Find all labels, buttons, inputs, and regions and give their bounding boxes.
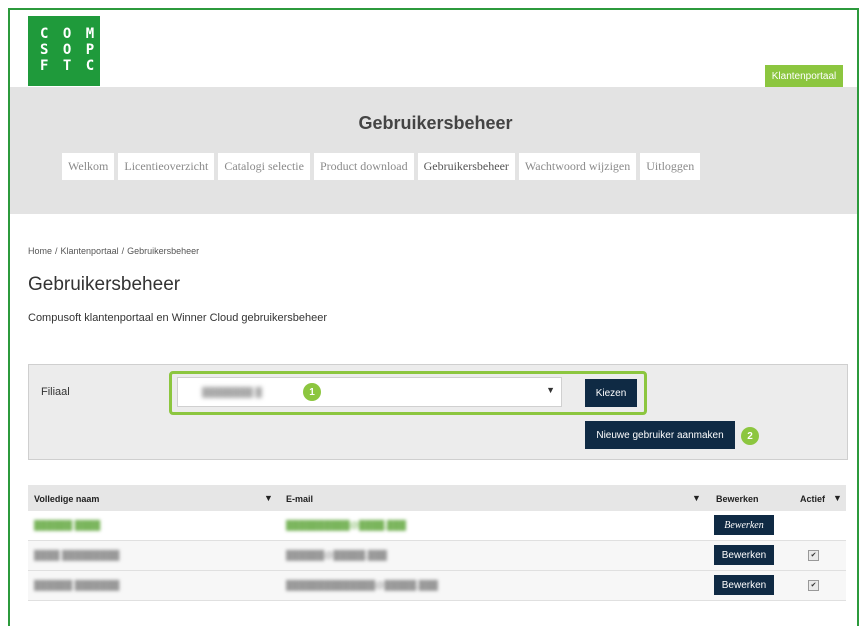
row-name: ██████ ███████	[34, 580, 120, 590]
table-header: Volledige naam ▼ E-mail ▼ Bewerken Actie…	[28, 485, 846, 511]
nav-product-download[interactable]: Product download	[313, 153, 414, 180]
step-badge-1: 1	[303, 383, 321, 401]
page-banner: Gebruikersbeheer Welkom Licentieoverzich…	[10, 87, 857, 214]
filiaal-select[interactable]: ████████ █ ▼	[177, 377, 562, 407]
table-row: ████ █████████ ██████@█████.███ Bewerken…	[28, 541, 846, 571]
row-email: ██████████@████.███	[286, 520, 407, 530]
breadcrumb: Home / Klantenportaal / Gebruikersbeheer	[28, 246, 199, 256]
edit-button[interactable]: Bewerken	[714, 515, 774, 535]
filter-panel: Filiaal ████████ █ ▼ 1 Kiezen Nieuwe geb…	[28, 364, 848, 460]
row-email: ██████@█████.███	[286, 550, 387, 560]
main-nav: Welkom Licentieoverzicht Catalogi select…	[62, 153, 701, 180]
banner-title: Gebruikersbeheer	[358, 113, 513, 133]
logo-row-3: F T C	[40, 58, 98, 74]
active-checkbox[interactable]: ✔	[808, 580, 819, 591]
col-email[interactable]: E-mail	[286, 494, 313, 504]
table-row: ██████ ███████ ██████████████@█████.███ …	[28, 571, 846, 601]
breadcrumb-separator: /	[121, 246, 125, 256]
nav-gebruikersbeheer[interactable]: Gebruikersbeheer	[417, 153, 515, 180]
nav-welkom[interactable]: Welkom	[62, 153, 115, 180]
page-subtitle: Compusoft klantenportaal en Winner Cloud…	[28, 312, 328, 324]
table-row: ██████ ████ ██████████@████.███ Bewerken	[28, 511, 846, 541]
row-name: ██████ ████	[34, 520, 101, 530]
klantenportaal-button[interactable]: Klantenportaal	[765, 65, 843, 87]
compusoft-logo[interactable]: C O M S O P F T C	[28, 16, 100, 86]
col-bewerken: Bewerken	[716, 494, 759, 504]
window-frame: C O M S O P F T C Klantenportaal Gebruik…	[8, 8, 859, 626]
col-volledige-naam[interactable]: Volledige naam	[34, 494, 99, 504]
chevron-down-icon: ▼	[546, 385, 555, 395]
row-email: ██████████████@█████.███	[286, 580, 438, 590]
breadcrumb-home[interactable]: Home	[28, 246, 52, 256]
filter-icon[interactable]: ▼	[833, 493, 842, 503]
filiaal-selected-value: ████████ █	[202, 387, 262, 397]
filter-icon[interactable]: ▼	[264, 493, 273, 503]
filter-icon[interactable]: ▼	[692, 493, 701, 503]
page-title: Gebruikersbeheer	[28, 274, 181, 295]
new-user-button[interactable]: Nieuwe gebruiker aanmaken	[585, 421, 735, 449]
col-actief[interactable]: Actief	[800, 494, 825, 504]
row-name: ████ █████████	[34, 550, 120, 560]
breadcrumb-separator: /	[55, 246, 58, 256]
edit-button[interactable]: Bewerken	[714, 545, 774, 565]
breadcrumb-current: Gebruikersbeheer	[127, 246, 200, 256]
kiezen-button[interactable]: Kiezen	[585, 379, 637, 407]
nav-licentieoverzicht[interactable]: Licentieoverzicht	[118, 153, 215, 180]
users-table: Volledige naam ▼ E-mail ▼ Bewerken Actie…	[28, 485, 846, 601]
nav-catalogi-selectie[interactable]: Catalogi selectie	[218, 153, 310, 180]
nav-wachtwoord-wijzigen[interactable]: Wachtwoord wijzigen	[518, 153, 637, 180]
step-badge-2: 2	[741, 427, 759, 445]
filiaal-label: Filiaal	[41, 386, 70, 398]
active-checkbox[interactable]: ✔	[808, 550, 819, 561]
nav-uitloggen[interactable]: Uitloggen	[640, 153, 701, 180]
logo-row-2: S O P	[40, 42, 98, 58]
breadcrumb-klantenportaal[interactable]: Klantenportaal	[61, 246, 119, 256]
edit-button[interactable]: Bewerken	[714, 575, 774, 595]
logo-row-1: C O M	[40, 26, 98, 42]
